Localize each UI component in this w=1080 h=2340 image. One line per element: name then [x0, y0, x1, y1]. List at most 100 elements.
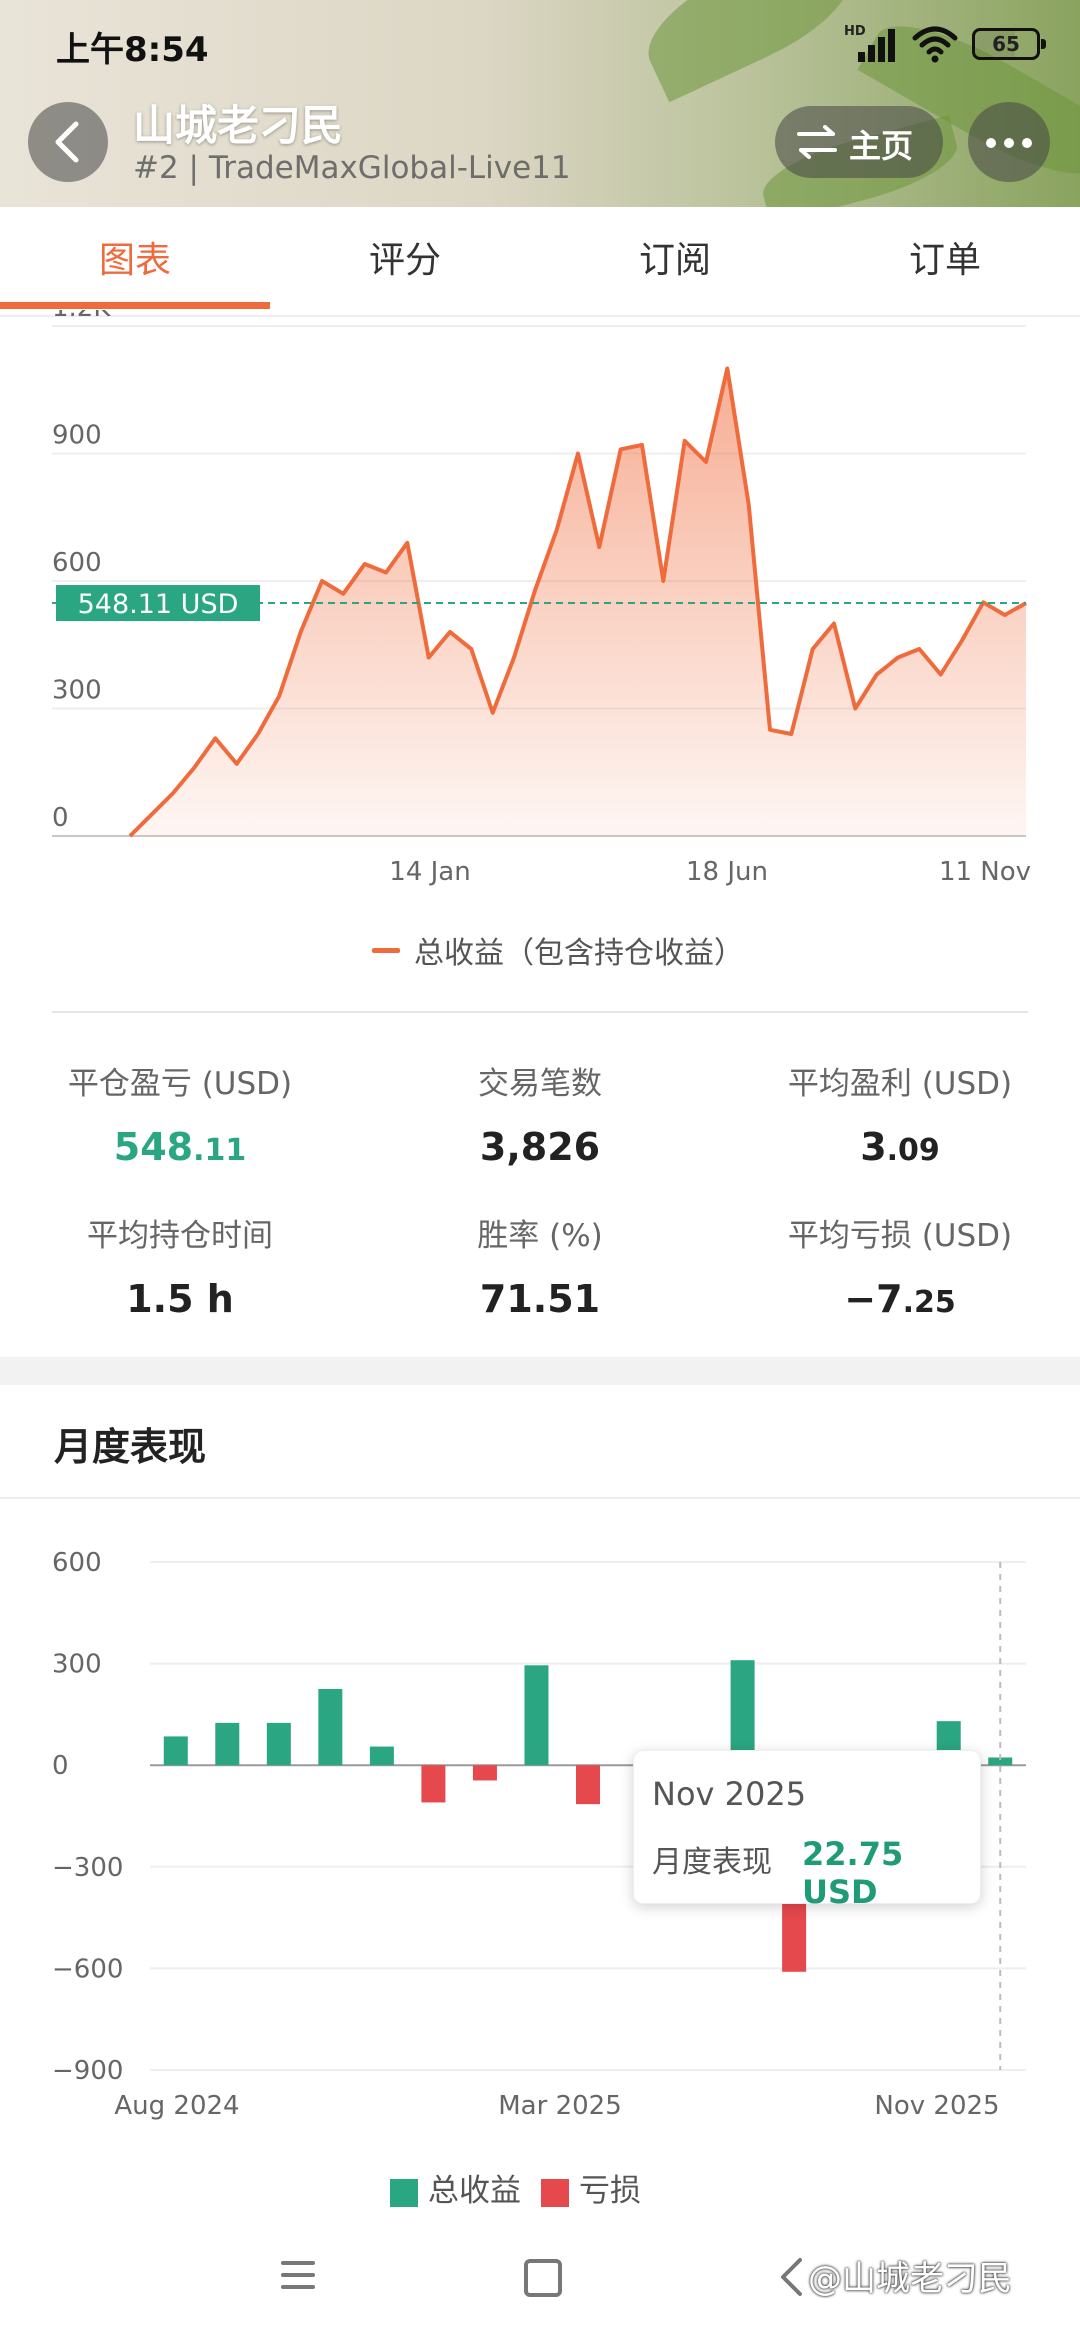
- status-time: 上午8:54: [56, 30, 209, 70]
- stat-item: 平仓盈亏 (USD) 548.11: [30, 1058, 330, 1169]
- bar: [472, 1765, 497, 1781]
- x-tick-label: 14 Jan: [389, 857, 470, 887]
- bar: [369, 1746, 394, 1766]
- profile-header: 上午8:54 HD 65 山城老刁民 #2 | TradeMaxGlobal-L…: [0, 0, 1080, 207]
- profile-name: 山城老刁民: [133, 101, 344, 150]
- tab-subscribe[interactable]: 订阅: [540, 207, 810, 315]
- stat-item: 交易笔数 3,826: [390, 1058, 690, 1169]
- tab-chart[interactable]: 图表: [0, 207, 270, 315]
- signal-icon: HD: [844, 24, 898, 64]
- x-tick-label: Aug 2024: [114, 2091, 239, 2121]
- stat-value-main: 3: [860, 1125, 887, 1169]
- stat-label: 平均亏损 (USD): [787, 1218, 1013, 1254]
- legend-swatch: [390, 2178, 418, 2207]
- divider: [0, 1497, 1080, 1499]
- bar: [524, 1665, 549, 1766]
- stat-value-decimal: .25: [902, 1285, 956, 1320]
- system-nav-bar: @山城老刁民: [0, 2235, 1080, 2340]
- stat-label: 交易笔数: [478, 1066, 602, 1102]
- equity-area: [130, 368, 1026, 836]
- home-icon[interactable]: [524, 2259, 562, 2297]
- tooltip-label: 月度表现: [652, 1845, 772, 1880]
- stat-label: 平均持仓时间: [87, 1218, 273, 1254]
- stat-item: 胜率 (%) 71.51: [390, 1210, 690, 1321]
- network-label: HD: [844, 24, 866, 39]
- stat-item: 平均亏损 (USD) −7.25: [750, 1210, 1050, 1321]
- swap-icon: [797, 125, 837, 159]
- equity-legend-label: 总收益（包含持仓收益）: [414, 936, 744, 971]
- tab-rating[interactable]: 评分: [270, 207, 540, 315]
- watermark: @山城老刁民: [808, 2259, 1012, 2299]
- y-tick-label: 300: [52, 676, 102, 706]
- back-icon[interactable]: [778, 2257, 804, 2297]
- chevron-left-icon: [55, 121, 79, 163]
- y-tick-label: −900: [52, 2056, 123, 2086]
- bar: [215, 1722, 240, 1766]
- divider: [52, 1011, 1028, 1013]
- stat-value-main: 71.51: [479, 1277, 601, 1321]
- stat-value: 3.09: [750, 1125, 1050, 1169]
- y-tick-label: 0: [52, 803, 69, 833]
- stat-value: 3,826: [390, 1125, 690, 1169]
- x-tick-label: 18 Jun: [686, 857, 768, 887]
- more-button[interactable]: [968, 102, 1050, 182]
- legend-label: 总收益: [428, 2173, 521, 2209]
- y-tick-label: −300: [52, 1853, 123, 1883]
- legend-item-loss[interactable]: 亏损: [541, 2165, 641, 2210]
- y-tick-label: 900: [52, 421, 102, 451]
- y-tick-label: 300: [52, 1650, 102, 1680]
- tab-active-indicator: [0, 302, 270, 309]
- x-tick-label: Nov 2025: [874, 2091, 999, 2121]
- bar: [163, 1736, 188, 1766]
- stat-value-main: 1.5 h: [126, 1277, 234, 1321]
- y-tick-label: −600: [52, 1954, 123, 1984]
- battery-percent: 65: [992, 32, 1020, 56]
- menu-icon[interactable]: [280, 2257, 316, 2293]
- account-info: #2 | TradeMaxGlobal-Live11: [133, 150, 571, 186]
- monthly-legend: 总收益 亏损: [390, 2165, 641, 2210]
- equity-chart: 0 300 600 900 1.2K 548.11 USD 14 Jan 18 Jun 11 N…: [52, 310, 1031, 887]
- x-tick-label: Mar 2025: [498, 2091, 622, 2121]
- y-tick-label: 1.2K: [52, 310, 111, 323]
- stat-value: 548.11: [30, 1125, 330, 1169]
- stat-label: 平仓盈亏 (USD): [67, 1066, 293, 1102]
- bar: [266, 1722, 291, 1766]
- legend-swatch: [541, 2178, 569, 2207]
- stat-label: 平均盈利 (USD): [787, 1066, 1013, 1102]
- stat-value-decimal: .11: [193, 1133, 247, 1168]
- y-tick-label: 600: [52, 1548, 102, 1578]
- tab-orders[interactable]: 订单: [810, 207, 1080, 315]
- home-button[interactable]: 主页: [775, 106, 943, 178]
- bar: [318, 1689, 343, 1766]
- equity-legend: 总收益（包含持仓收益）: [372, 928, 744, 972]
- legend-item-profit[interactable]: 总收益: [390, 2165, 521, 2210]
- x-tick-label: 11 Nov: [939, 857, 1031, 887]
- section-separator: [0, 1357, 1080, 1385]
- status-icons: HD 65: [844, 22, 1046, 66]
- stat-value: 1.5 h: [30, 1277, 330, 1321]
- stat-value-decimal: .09: [886, 1133, 940, 1168]
- legend-swatch: [372, 947, 400, 953]
- monthly-title: 月度表现: [54, 1425, 207, 1469]
- stat-value-main: 548: [113, 1125, 194, 1169]
- more-dots-icon: [986, 138, 996, 148]
- y-tick-label: 0: [52, 1751, 69, 1781]
- stat-value: 71.51: [390, 1277, 690, 1321]
- tab-bar: 图表 评分 订阅 订单: [0, 207, 1080, 317]
- bar: [576, 1765, 600, 1805]
- stat-label: 胜率 (%): [477, 1218, 603, 1254]
- battery-icon: 65: [972, 28, 1046, 60]
- tooltip-title: Nov 2025: [652, 1775, 807, 1813]
- stat-item: 平均盈利 (USD) 3.09: [750, 1058, 1050, 1169]
- back-button[interactable]: [28, 102, 108, 182]
- y-tick-label: 600: [52, 548, 102, 578]
- stat-value-main: −7: [844, 1277, 903, 1321]
- stat-item: 平均持仓时间 1.5 h: [30, 1210, 330, 1321]
- wifi-icon: [912, 26, 958, 63]
- stat-value: −7.25: [750, 1277, 1050, 1321]
- legend-label: 亏损: [579, 2173, 641, 2209]
- tooltip-value: 22.75 USD: [802, 1835, 904, 1911]
- current-value-label: 548.11 USD: [78, 589, 239, 620]
- chart-tooltip: Nov 2025 月度表现 22.75 USD: [633, 1750, 981, 1911]
- bar: [421, 1765, 446, 1803]
